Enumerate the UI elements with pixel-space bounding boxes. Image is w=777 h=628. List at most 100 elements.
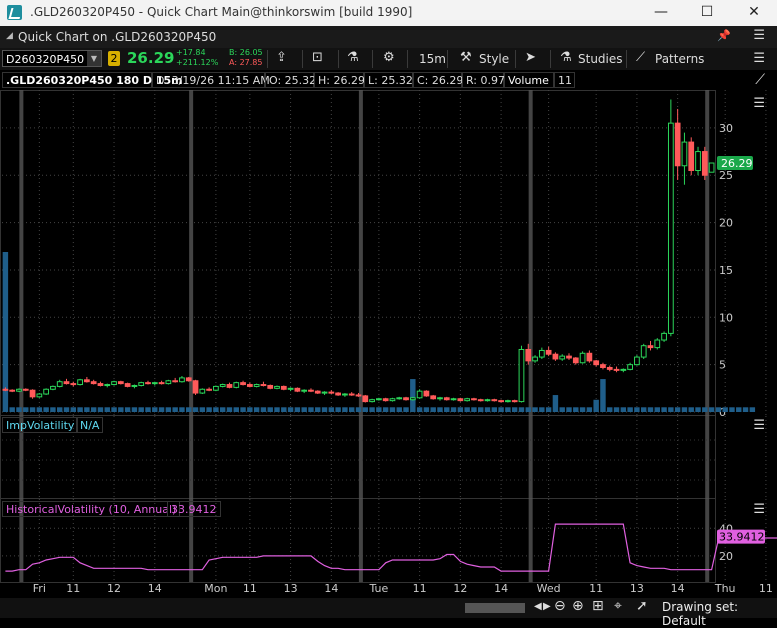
volume-bar: [552, 395, 559, 412]
toolbar-divider: [338, 50, 339, 68]
candle: [586, 352, 593, 362]
maximize-button[interactable]: ☐: [684, 0, 730, 26]
time-tick-label: Mon: [204, 582, 227, 595]
candle: [613, 368, 620, 371]
candle: [498, 400, 504, 403]
impvol-menu-icon[interactable]: ☰: [753, 418, 765, 433]
candle: [22, 388, 29, 391]
volume-bar: [287, 407, 294, 412]
chart-settings-icon[interactable]: ⊡: [312, 50, 323, 65]
volume-bar: [708, 407, 715, 412]
volume-bar: [579, 407, 586, 412]
zoom-box-icon[interactable]: ⊞: [592, 598, 604, 614]
candle: [484, 399, 491, 402]
toolbar-divider: [447, 50, 448, 68]
candle: [56, 381, 63, 387]
candle: [389, 398, 396, 402]
symbol-input[interactable]: D260320P450 ▼: [2, 50, 102, 67]
volume-bar: [152, 407, 158, 412]
volume-bar: [464, 407, 470, 412]
volume-bar: [640, 407, 647, 412]
price-chart[interactable]: 05101520253026.29 204033.9412 Fri 11 12 14 M…: [0, 90, 777, 598]
scroll-right-icon[interactable]: ▶: [543, 601, 551, 612]
toolbar-menu-icon[interactable]: ☰: [753, 51, 765, 66]
candle: [566, 355, 572, 359]
candle: [701, 151, 708, 176]
panel-title: Quick Chart on .GLD260320P450: [18, 30, 217, 44]
candle: [43, 388, 50, 395]
time-tick-label: 13: [284, 582, 298, 595]
volume-bar: [355, 407, 362, 412]
pin-icon[interactable]: 📌: [717, 29, 731, 42]
volume-bar: [396, 407, 402, 412]
session-gap: [358, 90, 363, 416]
last-price-bubble-label: 26.29: [721, 157, 753, 170]
scroll-left-icon[interactable]: ◀: [534, 601, 542, 612]
toolbar-divider: [626, 50, 627, 68]
volume-label: Volume: [504, 72, 554, 88]
symbol-dropdown-icon[interactable]: ▼: [87, 51, 101, 66]
timeframe-button[interactable]: 15m: [419, 52, 446, 66]
share-icon[interactable]: ⇪: [276, 50, 287, 65]
volume-bar: [63, 407, 70, 412]
flask-icon[interactable]: ⚗: [347, 50, 359, 65]
volume-bar: [342, 407, 348, 412]
cursor-icon[interactable]: ➤: [525, 50, 536, 65]
crosshair-icon[interactable]: ⌖: [614, 598, 622, 614]
style-button[interactable]: Style: [479, 52, 509, 66]
toolbar-divider: [372, 50, 373, 68]
volume-bar: [253, 407, 260, 412]
time-axis: Fri 11 12 14 Mon 11 13 14 Tue 11 12 14 Wed 11 13 14 Thu 1…: [33, 582, 773, 595]
candle: [511, 400, 518, 403]
volume-bar: [532, 407, 538, 412]
volume-bar: [281, 407, 287, 412]
histvol-menu-icon[interactable]: ☰: [753, 502, 765, 517]
chart-toolbar: D260320P450 ▼ 2 26.29 +17.84 +211.12% B:…: [0, 48, 777, 70]
bar-close: C: 26.29: [413, 72, 463, 88]
candle: [111, 381, 117, 386]
candle: [2, 388, 9, 391]
candle: [430, 395, 437, 400]
link-group-badge[interactable]: 2: [108, 51, 120, 66]
price-menu-icon[interactable]: ☰: [753, 96, 765, 111]
gear-icon[interactable]: ⚙: [383, 50, 395, 65]
volume-bar: [328, 407, 335, 412]
time-tick-label: 11: [243, 582, 257, 595]
candle: [647, 345, 654, 349]
bar-date: D: 3/19/26 11:15 AM: [152, 72, 270, 88]
app-logo-icon: [7, 5, 22, 20]
volume-bar: [138, 407, 144, 412]
candle: [559, 355, 566, 360]
time-tick-label: 11: [413, 582, 427, 595]
patterns-button[interactable]: Patterns: [655, 52, 704, 66]
candle: [654, 339, 661, 349]
volume-bar: [104, 407, 110, 412]
volume-bar: [111, 407, 117, 412]
candle: [294, 387, 301, 392]
drawing-tool-icon[interactable]: ⟋: [755, 72, 765, 88]
session-gap: [189, 90, 194, 416]
drawing-set-label[interactable]: Drawing set: Default: [662, 600, 777, 628]
volume-bar: [410, 379, 416, 412]
panel-menu-icon[interactable]: ☰: [753, 28, 765, 43]
candle: [138, 382, 145, 386]
time-tick-label: Tue: [368, 582, 388, 595]
price-tick-label: 5: [719, 359, 726, 372]
candle: [600, 364, 606, 368]
volume-bar: [450, 407, 457, 412]
collapse-caret-icon[interactable]: ◢: [6, 31, 13, 41]
horizontal-scrollbar[interactable]: [465, 603, 525, 613]
pointer-icon[interactable]: ➚: [636, 598, 648, 614]
candle: [185, 377, 192, 382]
studies-button[interactable]: Studies: [578, 52, 623, 66]
price-tick-label: 10: [719, 311, 733, 324]
volume-bar: [525, 407, 531, 412]
close-button[interactable]: ✕: [731, 0, 777, 26]
volume-bar: [23, 407, 29, 412]
zoom-out-icon[interactable]: ⊖: [554, 598, 566, 614]
volume-bar: [124, 407, 131, 412]
candle: [104, 384, 111, 387]
zoom-in-icon[interactable]: ⊕: [572, 598, 584, 614]
minimize-button[interactable]: —: [638, 0, 684, 26]
candle: [117, 381, 124, 385]
